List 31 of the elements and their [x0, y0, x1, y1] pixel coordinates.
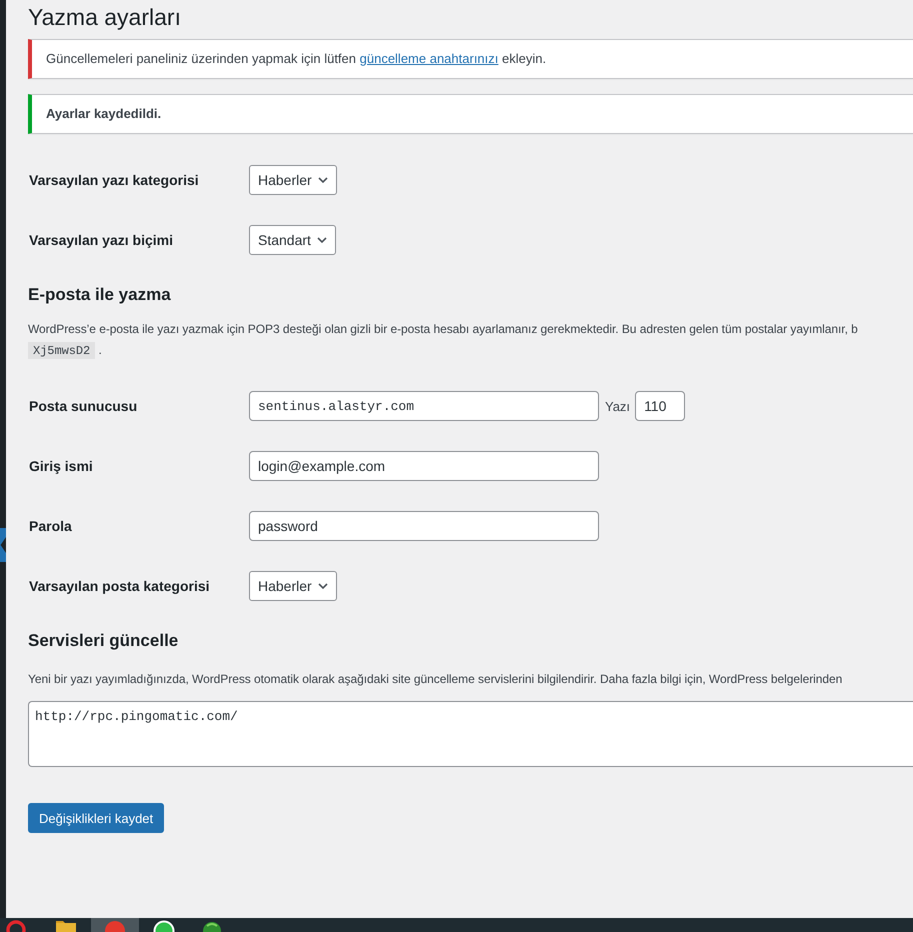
section-heading: E-posta ile yazma — [28, 285, 172, 305]
section-heading: Servisleri güncelle — [28, 631, 180, 651]
server-field[interactable]: sentinus.alastyr.com — [249, 391, 599, 421]
field-label: Giriş ismi — [28, 457, 94, 476]
dropdown-select[interactable]: Haberler — [249, 571, 337, 601]
field-label: Varsayılan yazı biçimi — [28, 231, 174, 250]
field-label: Posta sunucusu — [28, 397, 138, 416]
dropdown-select[interactable]: Standart — [249, 225, 336, 255]
field-label: Parola — [28, 517, 73, 536]
dropdown-select[interactable]: Haberler — [249, 165, 337, 195]
field-label: Varsayılan posta kategorisi — [28, 577, 211, 596]
text-field[interactable]: login@example.com — [249, 451, 599, 481]
chevron-down-icon — [318, 583, 328, 589]
description-text: Yeni bir yazı yayımladığınızda, WordPress otomatik olarak aşağıdaki site güncelleme servislerini bilgilendirir. Daha fazla bilgi için, WordPress belgelerinden — [28, 671, 842, 688]
description-text: WordPress’e e-posta ile yazı yazmak için POP3 desteği olan gizli bir e-posta hesabı ayarlamanız gerekmektedir. Bu adresten gelen tüm postalar yayımlanır, b Xj5mwsD2 . — [28, 321, 858, 361]
save-button[interactable]: Değişiklikleri kaydet — [28, 803, 164, 833]
chevron-down-icon — [316, 237, 327, 243]
current-menu-marker — [0, 528, 6, 562]
field-label: Varsayılan yazı kategorisi — [28, 171, 200, 190]
ring-icon — [6, 918, 28, 932]
port-label: Yazı — [605, 398, 630, 414]
notice-text: Güncellemeleri paneliniz üzerinden yapmak için lütfen güncelleme anahtarınızı ekleyin. — [46, 50, 546, 68]
update-key-link[interactable]: güncelleme anahtarınızı — [360, 51, 498, 66]
chevron-down-icon — [318, 177, 328, 183]
port-field[interactable]: 110 — [635, 391, 686, 421]
text-field[interactable]: password — [249, 511, 599, 541]
notice-text: Ayarlar kaydedildi. — [46, 105, 162, 123]
services-textarea[interactable]: http://rpc.pingomatic.com/ — [28, 701, 913, 767]
code-snippet: Xj5mwsD2 — [28, 342, 96, 359]
page-title: Yazma ayarları — [28, 3, 182, 32]
folder-icon — [55, 918, 77, 932]
